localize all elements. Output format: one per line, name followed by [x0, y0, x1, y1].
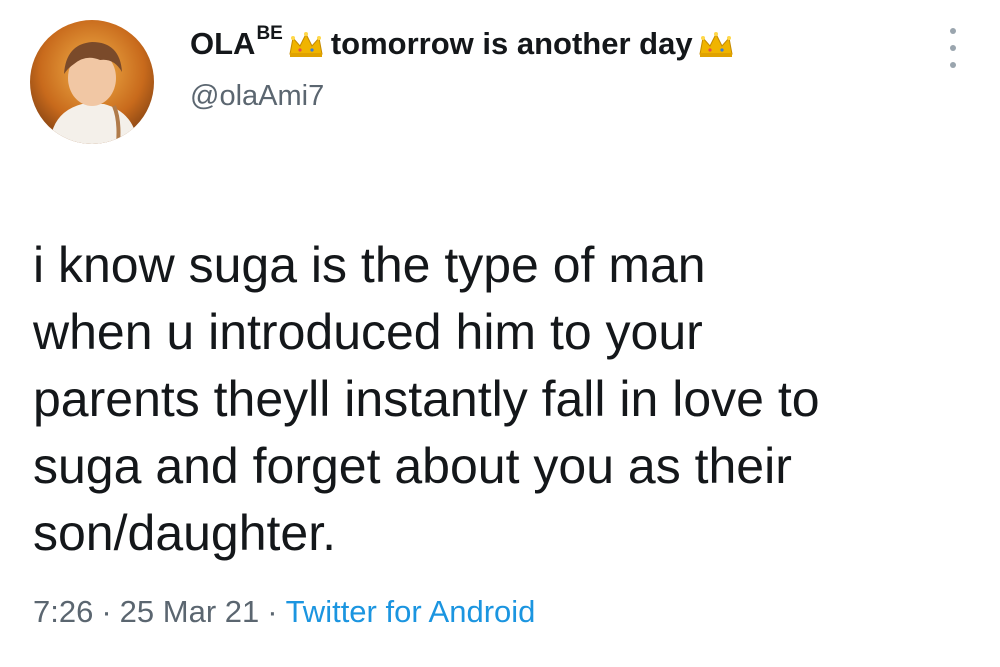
tweet-meta: 7:26 · 25 Mar 21 · Twitter for Android	[33, 592, 535, 632]
avatar-image	[30, 20, 154, 144]
more-dot	[950, 62, 956, 68]
tweet-time[interactable]: 7:26	[33, 594, 93, 629]
display-name-superscript: BE	[256, 23, 283, 44]
tweet-text-line: i know suga is the type of man	[33, 237, 706, 293]
author-block[interactable]: OLA BE tomorrow is another day @olaAmi7	[190, 23, 910, 114]
crown-icon	[697, 28, 735, 57]
user-handle[interactable]: @olaAmi7	[190, 78, 910, 114]
display-name-tail: tomorrow is another day	[330, 26, 693, 61]
crown-icon	[287, 28, 325, 57]
more-dot	[950, 45, 956, 51]
tweet-text-line: parents theyll instantly fall in love to	[33, 371, 820, 427]
more-options-icon[interactable]	[946, 28, 960, 68]
meta-separator: ·	[101, 594, 112, 629]
display-name[interactable]: OLA BE tomorrow is another day	[190, 23, 910, 64]
tweet-date[interactable]: 25 Mar 21	[120, 594, 260, 629]
tweet-text-line: when u introduced him to your	[33, 304, 703, 360]
meta-separator: ·	[267, 594, 278, 629]
tweet-text-line: son/daughter.	[33, 505, 337, 561]
tweet-text: i know suga is the type of man when u in…	[33, 232, 963, 567]
tweet-text-line: suga and forget about you as their	[33, 438, 792, 494]
display-name-text: OLA	[190, 26, 256, 61]
tweet-source-link[interactable]: Twitter for Android	[286, 594, 536, 629]
avatar[interactable]	[30, 20, 154, 144]
more-dot	[950, 28, 956, 34]
tweet-card: OLA BE tomorrow is another day @olaAmi7 …	[0, 0, 1000, 667]
